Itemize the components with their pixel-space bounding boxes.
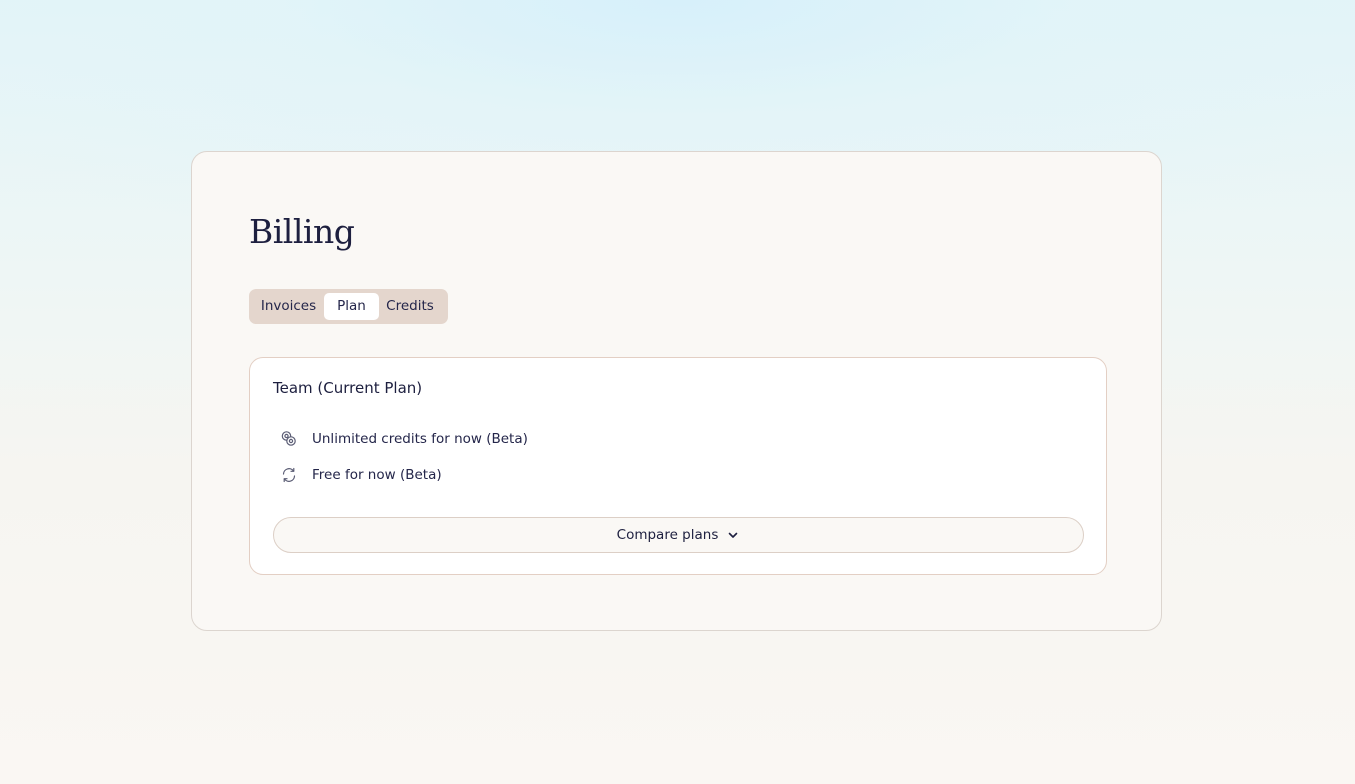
compare-plans-button[interactable]: Compare plans <box>273 517 1084 553</box>
billing-card: Billing Invoices Plan Credits Team (Curr… <box>191 151 1162 631</box>
feature-item: Unlimited credits for now (Beta) <box>280 429 528 449</box>
refresh-icon <box>280 466 298 484</box>
tab-plan[interactable]: Plan <box>324 293 379 320</box>
compare-plans-label: Compare plans <box>616 527 719 543</box>
chevron-down-icon <box>726 528 740 542</box>
page-title: Billing <box>249 212 355 251</box>
feature-label: Free for now (Beta) <box>312 467 442 483</box>
billing-tabs: Invoices Plan Credits <box>249 289 448 324</box>
feature-label: Unlimited credits for now (Beta) <box>312 431 528 447</box>
feature-item: Free for now (Beta) <box>280 465 442 485</box>
tab-invoices[interactable]: Invoices <box>253 293 324 320</box>
coins-icon <box>280 430 298 448</box>
tab-credits[interactable]: Credits <box>379 293 441 320</box>
plan-name: Team (Current Plan) <box>273 379 423 397</box>
current-plan-panel: Team (Current Plan) Unlimited credits fo… <box>249 357 1107 575</box>
